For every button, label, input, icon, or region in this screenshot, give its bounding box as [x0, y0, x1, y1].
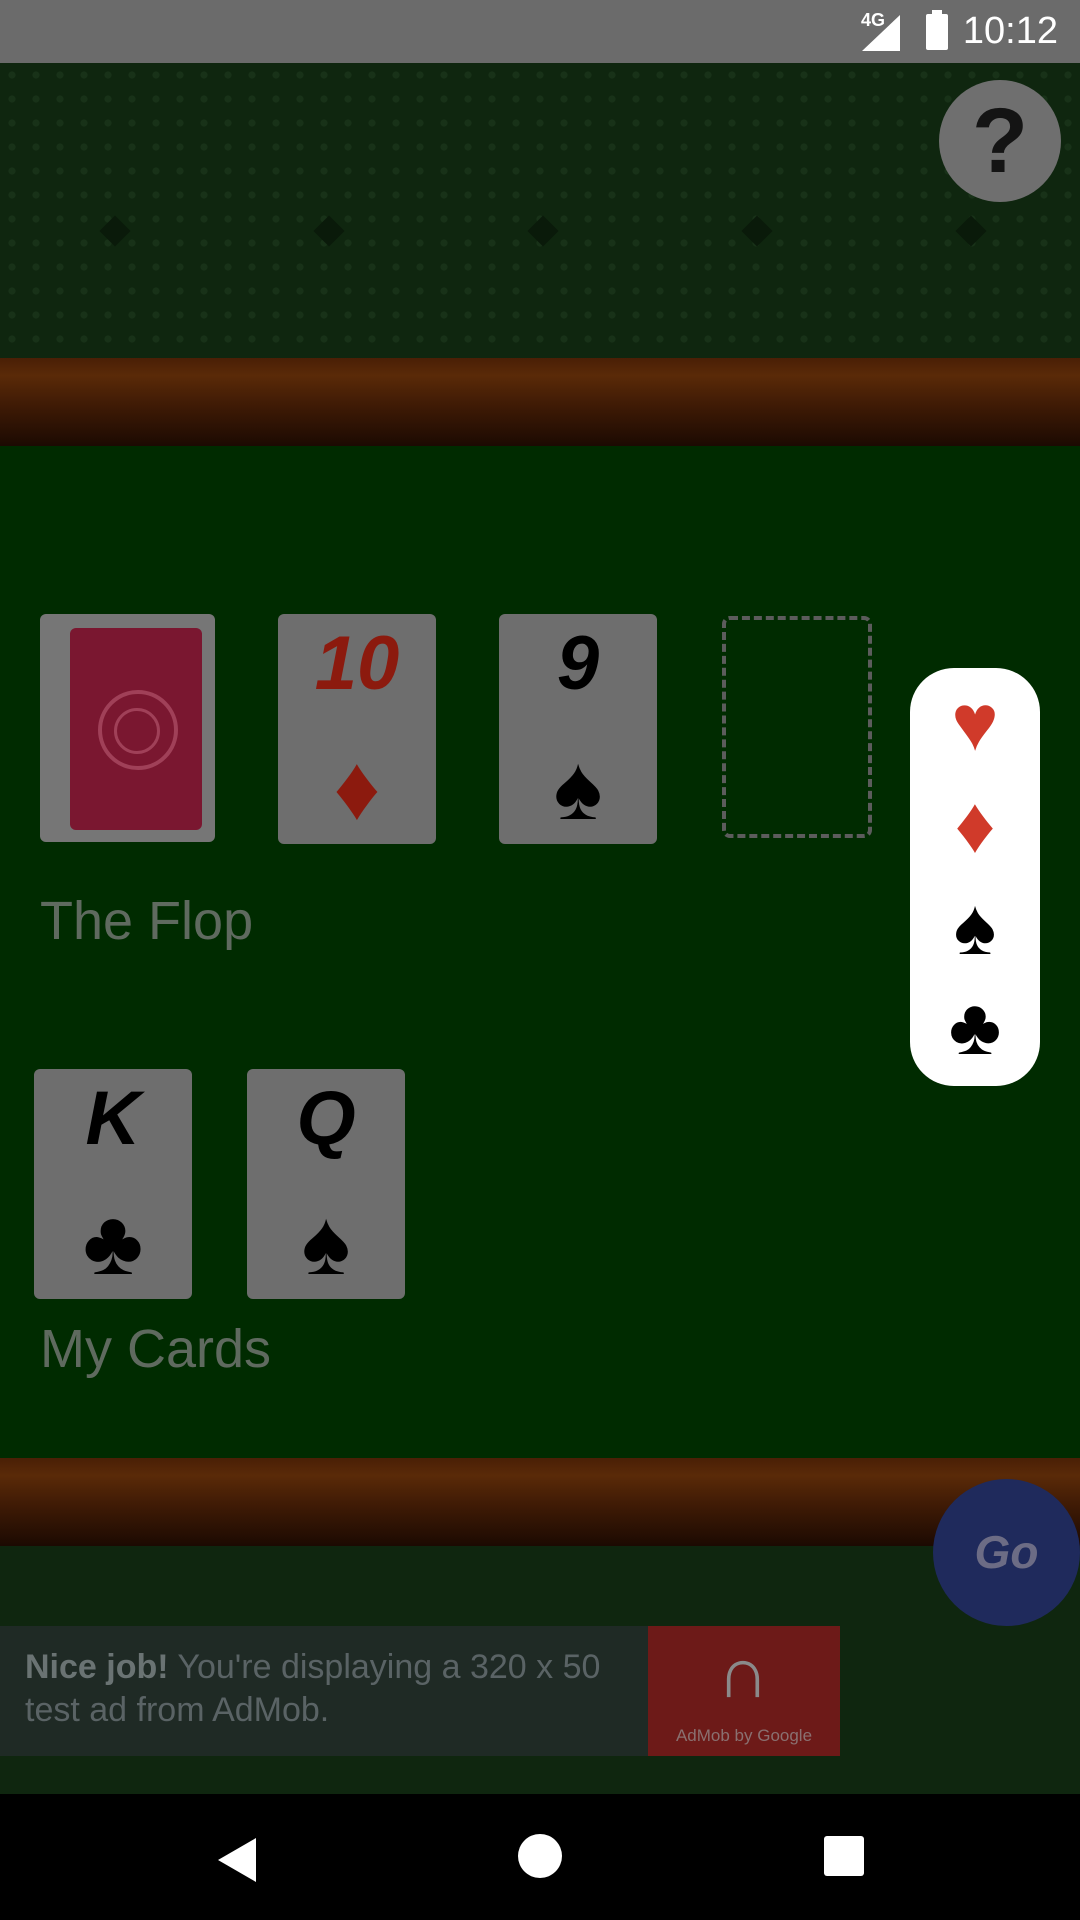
table-rail-bottom — [0, 1458, 1080, 1546]
status-bar: 4G 10:12 — [0, 0, 1080, 63]
card-back[interactable] — [40, 614, 215, 842]
empty-card-slot[interactable] — [722, 616, 872, 838]
ad-text: Nice job! You're displaying a 320 x 50 t… — [25, 1646, 645, 1732]
my-cards-label: My Cards — [40, 1319, 272, 1379]
club-icon[interactable]: ♣ — [910, 982, 1040, 1072]
flop-card-1[interactable]: 10 ♦ — [278, 614, 436, 844]
table-rail-top — [0, 358, 1080, 446]
flop-label: The Flop — [40, 891, 254, 951]
spade-icon[interactable]: ♠ — [910, 882, 1040, 972]
go-button[interactable]: Go — [933, 1479, 1080, 1626]
card-rank: K — [85, 1076, 141, 1161]
battery-icon — [926, 10, 948, 50]
ad-banner[interactable]: Nice job! You're displaying a 320 x 50 t… — [0, 1626, 840, 1756]
flop-card-2[interactable]: 9 ♠ — [499, 614, 657, 844]
navigation-bar — [0, 1794, 1080, 1920]
spade-icon: ♠ — [301, 1192, 351, 1294]
home-icon[interactable] — [518, 1834, 562, 1878]
signal-icon — [862, 15, 900, 51]
diamond-icon[interactable]: ♦ — [910, 780, 1040, 870]
my-card-2[interactable]: Q ♠ — [247, 1069, 405, 1299]
ad-bold-text: Nice job! — [25, 1648, 169, 1686]
card-rank: 10 — [314, 621, 400, 706]
admob-logo: ∩ AdMob by Google — [648, 1626, 840, 1756]
card-back-pattern — [70, 628, 202, 830]
card-back-ring-inner — [114, 708, 160, 754]
club-icon: ♣ — [82, 1192, 144, 1294]
spade-icon: ♠ — [553, 737, 603, 839]
admob-caption: AdMob by Google — [675, 1726, 813, 1745]
back-icon[interactable] — [218, 1838, 256, 1882]
card-rank: Q — [296, 1076, 356, 1161]
clock: 10:12 — [962, 10, 1058, 52]
felt-top — [0, 63, 1080, 358]
card-rank: 9 — [556, 621, 600, 706]
my-card-1[interactable]: K ♣ — [34, 1069, 192, 1299]
admob-icon: ∩ — [717, 1633, 769, 1713]
diamond-icon: ♦ — [333, 737, 381, 839]
suit-picker: ♥ ♦ ♠ ♣ — [910, 668, 1040, 1086]
help-button[interactable]: ? — [939, 80, 1061, 202]
recents-icon[interactable] — [824, 1836, 864, 1876]
heart-icon[interactable]: ♥ — [910, 678, 1040, 768]
